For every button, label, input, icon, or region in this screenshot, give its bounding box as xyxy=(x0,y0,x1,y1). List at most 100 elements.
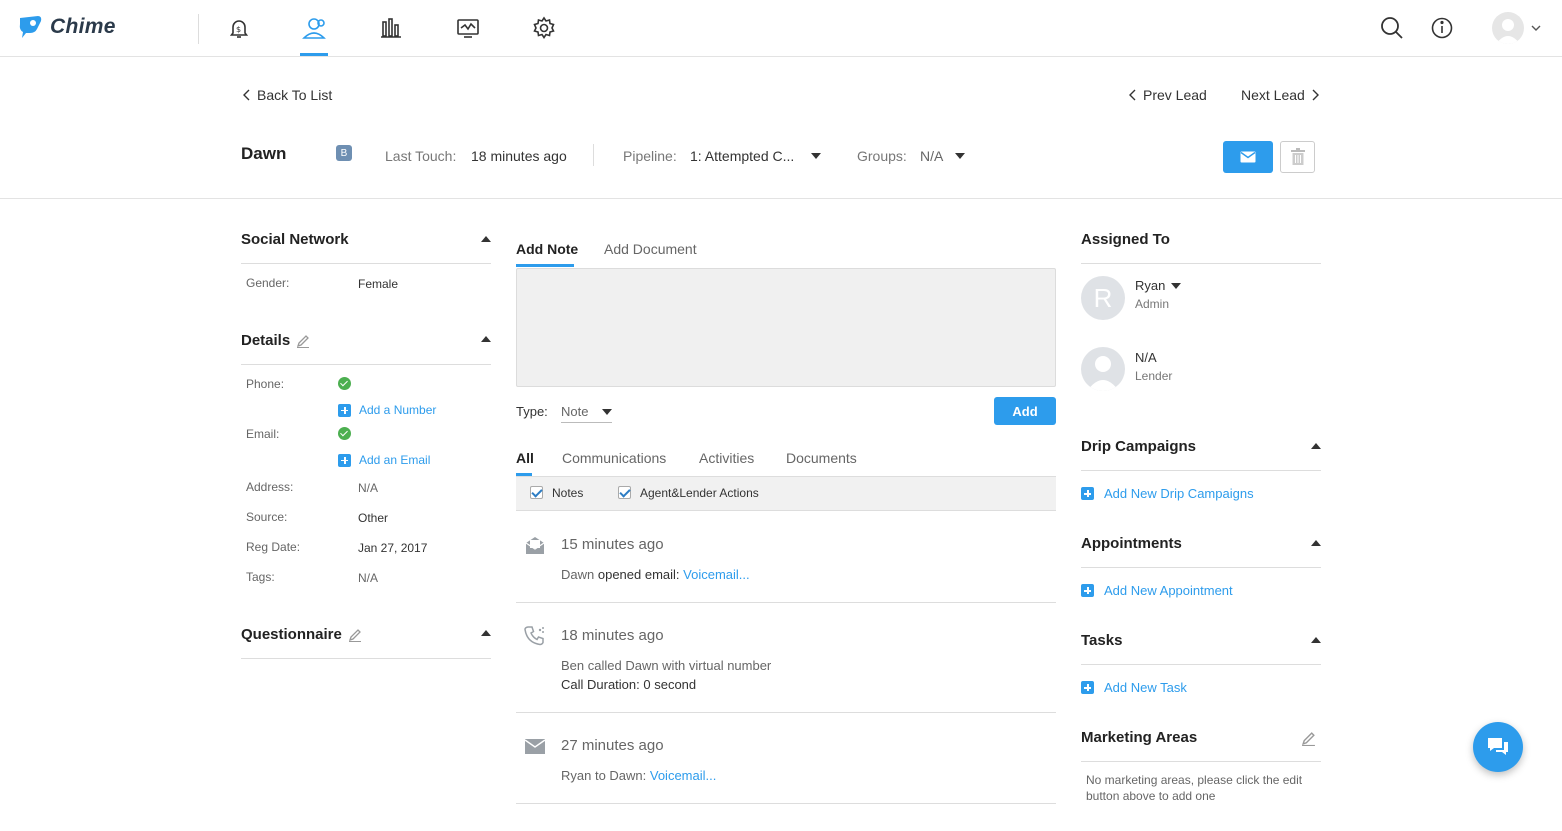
feed-text: Ben called Dawn with virtual number xyxy=(561,658,772,673)
voicemail-link[interactable]: Voicemail... xyxy=(650,768,716,783)
assigned-to-heading: Assigned To xyxy=(1081,231,1170,248)
avatar xyxy=(1081,347,1125,391)
envelope-icon xyxy=(1240,151,1256,163)
next-lead-link[interactable]: Next Lead xyxy=(1241,87,1320,103)
top-nav: Chime $ xyxy=(0,0,1562,57)
gear-icon[interactable] xyxy=(530,14,558,42)
user-placeholder-icon xyxy=(1087,356,1119,391)
last-touch-value: 18 minutes ago xyxy=(471,148,567,164)
leads-icon[interactable] xyxy=(300,14,328,42)
email-label: Email: xyxy=(246,427,280,441)
assignee-role: Admin xyxy=(1135,297,1170,311)
add-drip-campaign-link[interactable]: Add New Drip Campaigns xyxy=(1081,486,1254,501)
feed-text: Call Duration: 0 second xyxy=(561,677,697,692)
lead-name: Dawn xyxy=(241,144,287,163)
phone-icon xyxy=(524,626,544,646)
divider xyxy=(1081,761,1321,762)
feed-item: 27 minutes ago Ryan to Dawn: Voicemail..… xyxy=(516,713,1056,804)
collapse-social-icon[interactable] xyxy=(481,236,491,242)
add-number-link[interactable]: Add a Number xyxy=(338,403,436,417)
feed-prefix: Ryan to Dawn: xyxy=(561,768,650,783)
source-value: Other xyxy=(358,511,389,525)
monitor-chart-icon[interactable] xyxy=(454,14,482,42)
chat-button[interactable] xyxy=(1473,722,1523,772)
groups-label: Groups: xyxy=(857,148,907,164)
tab-activities[interactable]: Activities xyxy=(699,450,754,466)
add-task-link[interactable]: Add New Task xyxy=(1081,680,1187,695)
add-email-link[interactable]: Add an Email xyxy=(338,453,430,467)
prev-lead-link[interactable]: Prev Lead xyxy=(1128,87,1207,103)
questionnaire-heading: Questionnaire xyxy=(241,626,362,643)
check-circle-icon xyxy=(338,377,351,390)
pencil-icon[interactable] xyxy=(1301,731,1316,746)
drip-campaigns-heading: Drip Campaigns xyxy=(1081,438,1197,455)
chevron-right-icon xyxy=(1312,89,1319,101)
appointments-heading: Appointments xyxy=(1081,535,1182,552)
type-select[interactable]: Note xyxy=(561,404,612,423)
voicemail-link[interactable]: Voicemail... xyxy=(683,567,749,582)
feed-text: Ryan to Dawn: Voicemail... xyxy=(561,768,716,783)
divider xyxy=(1081,664,1321,665)
tab-documents[interactable]: Documents xyxy=(786,450,857,466)
app-name: Chime xyxy=(50,15,116,38)
feed-text: Dawn opened email: Voicemail... xyxy=(561,567,750,582)
collapse-tasks-icon[interactable] xyxy=(1311,637,1321,643)
feed-item: 15 minutes ago Dawn opened email: Voicem… xyxy=(516,512,1056,603)
user-avatar-icon[interactable] xyxy=(1492,12,1524,44)
divider xyxy=(1081,567,1321,568)
phone-label: Phone: xyxy=(246,377,285,391)
collapse-appointments-icon[interactable] xyxy=(1311,540,1321,546)
collapse-details-icon[interactable] xyxy=(481,336,491,342)
search-icon[interactable] xyxy=(1378,14,1406,42)
chevron-left-icon xyxy=(1129,89,1136,101)
pipeline-label: Pipeline: xyxy=(623,148,677,164)
pencil-icon[interactable] xyxy=(296,334,310,348)
logo[interactable]: Chime xyxy=(18,14,116,40)
email-open-icon xyxy=(525,537,545,554)
collapse-questionnaire-icon[interactable] xyxy=(481,630,491,636)
divider xyxy=(1081,470,1321,471)
plus-square-icon xyxy=(1081,487,1094,500)
email-lead-button[interactable] xyxy=(1223,141,1273,173)
add-note-button[interactable]: Add xyxy=(994,397,1056,425)
caret-down-icon xyxy=(811,153,822,159)
tab-add-note[interactable]: Add Note xyxy=(516,241,578,257)
feed-actor: Dawn xyxy=(561,567,595,582)
note-textarea[interactable] xyxy=(516,268,1056,387)
divider xyxy=(241,658,491,659)
gender-label: Gender: xyxy=(246,276,290,290)
bar-chart-icon[interactable] xyxy=(377,14,405,42)
groups-dropdown[interactable]: N/A xyxy=(920,148,966,164)
pipeline-dropdown[interactable]: 1: Attempted C... xyxy=(690,148,822,164)
check-circle-icon xyxy=(338,427,351,440)
plus-square-icon xyxy=(338,403,351,417)
chevron-down-icon[interactable] xyxy=(1531,24,1541,32)
dollar-bell-icon[interactable]: $ xyxy=(225,14,253,42)
delete-lead-button[interactable] xyxy=(1280,141,1315,173)
tab-communications[interactable]: Communications xyxy=(562,450,666,466)
svg-text:$: $ xyxy=(236,25,241,34)
divider xyxy=(1081,263,1321,264)
notes-checkbox[interactable] xyxy=(530,486,543,499)
plus-square-icon xyxy=(338,453,351,467)
info-icon[interactable] xyxy=(1428,14,1456,42)
assignee-dropdown[interactable]: Ryan xyxy=(1135,278,1182,293)
tab-add-document[interactable]: Add Document xyxy=(604,241,697,257)
tab-all[interactable]: All xyxy=(516,450,534,466)
collapse-drip-icon[interactable] xyxy=(1311,443,1321,449)
tasks-heading: Tasks xyxy=(1081,632,1123,649)
divider xyxy=(241,364,491,365)
caret-down-icon xyxy=(955,153,966,159)
back-to-list-link[interactable]: Back To List xyxy=(242,87,332,103)
address-label: Address: xyxy=(246,480,294,494)
lead-header: Back To List Prev Lead Next Lead Dawn B … xyxy=(0,57,1562,199)
pencil-icon[interactable] xyxy=(348,628,362,642)
add-appointment-link[interactable]: Add New Appointment xyxy=(1081,583,1233,598)
plus-square-icon xyxy=(1081,681,1094,694)
caret-down-icon xyxy=(602,408,612,415)
tags-value: N/A xyxy=(358,571,379,585)
chime-logo-icon xyxy=(19,16,42,38)
trash-icon xyxy=(1290,148,1305,165)
notes-filter-label: Notes xyxy=(552,486,584,500)
agent-lender-checkbox[interactable] xyxy=(618,486,631,499)
